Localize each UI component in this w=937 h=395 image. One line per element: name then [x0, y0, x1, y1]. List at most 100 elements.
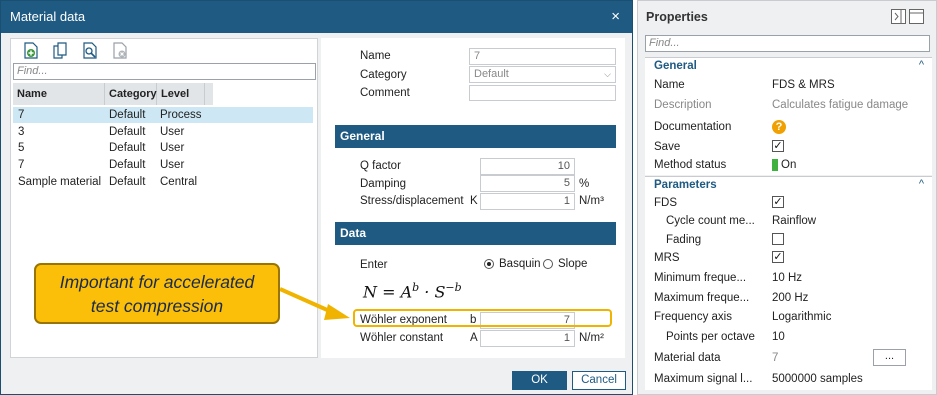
- method-status-value[interactable]: On: [781, 159, 796, 171]
- cycle-count-label: Cycle count me...: [666, 215, 755, 227]
- save-label: Save: [654, 141, 681, 153]
- comment-label: Comment: [360, 87, 410, 99]
- fds-label: FDS: [654, 197, 677, 209]
- annotation-callout: Important for accelerated test compressi…: [34, 263, 280, 324]
- list-item[interactable]: 7 Default Process: [13, 107, 313, 123]
- max-signal-length-label: Maximum signal l...: [654, 373, 753, 385]
- stress-field[interactable]: 1: [480, 193, 575, 210]
- damping-label: Damping: [360, 178, 407, 190]
- description-value[interactable]: Calculates fatigue damage s: [772, 99, 910, 111]
- material-data-label: Material data: [654, 352, 721, 364]
- list-item[interactable]: 5 Default User: [13, 140, 313, 156]
- wohler-exponent-field[interactable]: 7: [480, 312, 575, 329]
- general-section-header: General: [335, 125, 616, 148]
- list-item[interactable]: Sample material Default Central: [13, 174, 313, 190]
- q-factor-field[interactable]: 10: [480, 158, 575, 175]
- copy-material-icon[interactable]: [53, 42, 69, 59]
- close-icon[interactable]: ×: [611, 1, 620, 33]
- max-frequency-value[interactable]: 200 Hz: [772, 292, 808, 304]
- list-item[interactable]: 7 Default User: [13, 157, 313, 173]
- callout-arrow-icon: [279, 287, 350, 320]
- column-header-category[interactable]: Category: [105, 83, 157, 105]
- list-item[interactable]: 3 Default User: [13, 124, 313, 140]
- basquin-radio[interactable]: [484, 259, 494, 269]
- collapse-chevron-icon[interactable]: ^: [919, 178, 924, 190]
- category-select[interactable]: Default ⌵: [469, 66, 616, 83]
- basquin-formula: N = Ab · S−b: [363, 281, 462, 301]
- edit-material-icon[interactable]: [82, 42, 98, 59]
- row-category: Default: [109, 159, 146, 171]
- row-level: User: [160, 126, 185, 138]
- name-value[interactable]: FDS & MRS: [772, 79, 835, 91]
- material-list-header: Name Category Level: [13, 83, 213, 105]
- damping-field[interactable]: 5: [480, 175, 575, 192]
- ok-button[interactable]: OK: [512, 371, 567, 390]
- material-data-value: 7: [772, 352, 779, 364]
- description-label: Description: [654, 99, 712, 111]
- material-search-input[interactable]: Find...: [13, 63, 316, 80]
- frequency-axis-label: Frequency axis: [654, 311, 732, 323]
- fading-checkbox[interactable]: [772, 233, 784, 245]
- min-frequency-value[interactable]: 10 Hz: [772, 272, 802, 284]
- max-signal-length-value[interactable]: 5000000 samples: [772, 373, 863, 385]
- cycle-count-value[interactable]: Rainflow: [772, 215, 816, 227]
- material-toolbar: [11, 39, 317, 63]
- help-icon[interactable]: ?: [772, 120, 786, 134]
- wohler-constant-symbol: A: [470, 332, 478, 344]
- callout-line-2: test compression: [90, 296, 224, 316]
- row-level: User: [160, 142, 185, 154]
- general-group: General ^ Name FDS & MRS Description Cal…: [645, 57, 932, 175]
- method-status-label: Method status: [654, 159, 727, 171]
- name-field[interactable]: 7: [469, 48, 616, 65]
- properties-search-input[interactable]: Find...: [645, 35, 930, 52]
- basquin-label: Basquin: [499, 258, 541, 270]
- material-detail-panel: Name 7 Category Default ⌵ Comment Genera…: [321, 38, 625, 358]
- wohler-constant-label: Wöhler constant: [360, 332, 444, 344]
- general-group-header[interactable]: General: [654, 60, 697, 72]
- wohler-constant-unit: N/m²: [579, 332, 604, 344]
- mrs-checkbox[interactable]: ✓: [772, 251, 784, 263]
- row-name: 5: [18, 142, 25, 154]
- cancel-button[interactable]: Cancel: [572, 371, 626, 390]
- formula-exponent-neg-b: −b: [445, 281, 462, 294]
- category-label: Category: [360, 69, 407, 81]
- panel-controls: [891, 9, 925, 27]
- wohler-constant-field[interactable]: 1: [480, 330, 575, 347]
- name-label: Name: [654, 79, 685, 91]
- parameters-group-header[interactable]: Parameters: [654, 179, 717, 191]
- add-material-icon[interactable]: [23, 42, 39, 59]
- min-frequency-label: Minimum freque...: [654, 272, 747, 284]
- parameters-group: Parameters ^ FDS ✓ Cycle count me... Rai…: [645, 176, 932, 390]
- dialog-title: Material data: [10, 9, 86, 24]
- maximize-panel-icon[interactable]: [909, 9, 924, 24]
- comment-field[interactable]: [469, 85, 616, 101]
- frequency-axis-value[interactable]: Logarithmic: [772, 311, 831, 323]
- documentation-label: Documentation: [654, 121, 732, 133]
- material-data-browse-button[interactable]: ...: [873, 349, 906, 366]
- slope-radio[interactable]: [543, 259, 553, 269]
- row-level: Central: [160, 176, 198, 188]
- material-data-dialog: Material data × Find... Name Category Le…: [0, 0, 633, 395]
- stress-symbol: K: [470, 195, 478, 207]
- points-per-octave-value[interactable]: 10: [772, 331, 785, 343]
- column-header-name[interactable]: Name: [13, 83, 105, 105]
- dock-panel-icon[interactable]: [891, 9, 906, 24]
- row-category: Default: [109, 109, 146, 121]
- delete-material-icon[interactable]: [112, 42, 128, 59]
- column-header-level[interactable]: Level: [157, 83, 205, 105]
- collapse-chevron-icon[interactable]: ^: [919, 59, 924, 71]
- save-checkbox[interactable]: ✓: [772, 140, 784, 152]
- row-category: Default: [109, 142, 146, 154]
- formula-base: N = A: [363, 282, 413, 302]
- max-frequency-label: Maximum freque...: [654, 292, 750, 304]
- status-indicator-icon: [772, 159, 778, 171]
- row-level: Process: [160, 109, 202, 121]
- dialog-title-bar: Material data ×: [1, 1, 632, 33]
- q-factor-label: Q factor: [360, 160, 401, 172]
- slope-label: Slope: [558, 258, 588, 270]
- fds-checkbox[interactable]: ✓: [772, 196, 784, 208]
- row-name: 3: [18, 126, 25, 138]
- row-name: 7: [18, 159, 25, 171]
- data-section-header: Data: [335, 222, 616, 245]
- enter-label: Enter: [360, 259, 388, 271]
